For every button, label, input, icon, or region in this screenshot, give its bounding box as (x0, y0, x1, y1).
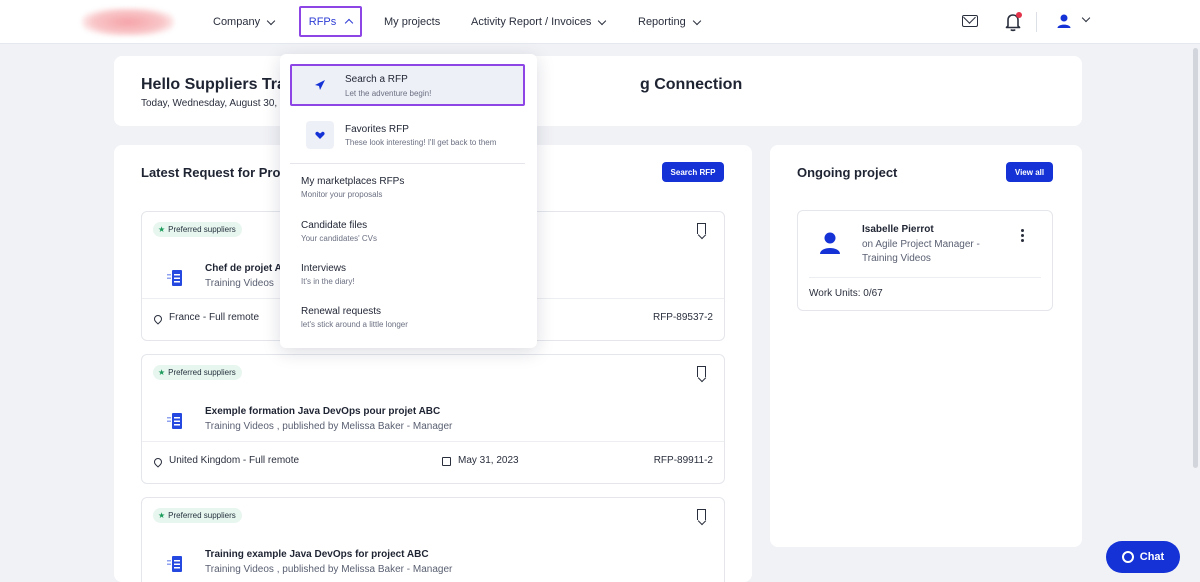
chevron-down-icon (266, 16, 276, 25)
rfp-reference: RFP-89911-2 (653, 455, 713, 466)
menu-item-label: My marketplaces RFPs (301, 176, 405, 187)
calendar-icon (442, 457, 451, 466)
document-icon (167, 270, 182, 286)
greeting-card: Hello Suppliers Tra g Connection Today, … (114, 56, 1082, 126)
ongoing-project-panel: Ongoing project View all Isabelle Pierro… (770, 145, 1082, 547)
latest-rfp-title: Latest Request for Prop (141, 165, 289, 180)
greeting-date: Today, Wednesday, August 30, (141, 98, 278, 109)
rfp-subtitle: Training Videos , published by Melissa B… (205, 564, 453, 575)
menu-item-label: Favorites RFP (345, 124, 409, 135)
company-logo[interactable] (82, 8, 174, 36)
rfp-subtitle: Training Videos (205, 278, 274, 289)
chevron-down-icon (692, 16, 701, 25)
top-navigation: Company RFPs My projects Activity Report… (0, 0, 1200, 44)
chevron-down-icon (598, 16, 607, 25)
badge-label: Preferred suppliers (168, 511, 236, 520)
nav-company-label: Company (213, 16, 261, 28)
menu-item-desc: Monitor your proposals (301, 190, 383, 199)
rfp-date: May 31, 2023 (458, 455, 519, 466)
nav-activity-report[interactable]: Activity Report / Invoices (471, 0, 607, 44)
kebab-menu-icon[interactable] (1021, 229, 1025, 244)
rfp-location: United Kingdom - Full remote (169, 455, 300, 466)
menu-item-renewal-requests[interactable] (280, 298, 537, 336)
nav-separator (1036, 12, 1037, 32)
menu-item-label: Interviews (301, 263, 347, 274)
nav-reporting-label: Reporting (638, 16, 686, 28)
menu-item-candidate-files[interactable] (280, 212, 537, 250)
star-icon: ★ (158, 225, 166, 234)
menu-separator (290, 163, 525, 164)
location-icon (152, 456, 164, 468)
view-all-button[interactable]: View all (1006, 162, 1053, 182)
project-card[interactable]: Isabelle Pierrot on Agile Project Manage… (797, 210, 1053, 311)
project-person-name: Isabelle Pierrot (862, 224, 934, 235)
nav-activity-label: Activity Report / Invoices (471, 16, 592, 28)
chevron-up-icon (345, 18, 354, 28)
nav-rfps-label: RFPs (308, 15, 337, 28)
rfp-title[interactable]: Exemple formation Java DevOps pour proje… (205, 406, 440, 417)
project-role: on Agile Project Manager - Training Vide… (862, 239, 980, 264)
bookmark-icon[interactable] (697, 223, 706, 234)
notification-dot (1016, 12, 1022, 18)
send-icon-box (306, 71, 334, 99)
rfp-title[interactable]: Chef de projet A (205, 263, 282, 274)
rfp-location: France - Full remote (169, 312, 260, 323)
badge-label: Preferred suppliers (168, 368, 236, 377)
greeting-title: Hello Suppliers Tra (141, 76, 286, 93)
rfps-dropdown-menu: Search a RFP Let the adventure begin! Fa… (280, 54, 537, 348)
document-icon (167, 556, 182, 572)
user-avatar-icon (820, 232, 840, 254)
nav-rfps[interactable]: RFPs (299, 6, 362, 37)
divider (142, 441, 724, 442)
bookmark-icon[interactable] (697, 366, 706, 377)
rfp-title[interactable]: Training example Java DevOps for project… (205, 549, 429, 560)
rfp-reference: RFP-89537-2 (652, 312, 713, 323)
rfp-subtitle: Training Videos , published by Melissa B… (205, 421, 453, 432)
menu-item-desc: Let the adventure begin! (345, 89, 432, 98)
menu-item-desc: Your candidates' CVs (301, 234, 377, 243)
badge-label: Preferred suppliers (168, 225, 236, 234)
star-icon: ★ (158, 368, 166, 377)
location-icon (152, 313, 164, 325)
work-units: Work Units: 0/67 (809, 288, 883, 299)
user-icon[interactable] (1056, 13, 1072, 29)
greeting-title-end: g Connection (640, 76, 743, 93)
preferred-suppliers-badge: ★ Preferred suppliers (153, 222, 242, 237)
chat-button[interactable]: Chat (1106, 541, 1180, 573)
menu-item-label: Candidate files (301, 220, 368, 231)
nav-reporting[interactable]: Reporting (638, 0, 701, 44)
heart-icon (315, 131, 325, 139)
chevron-down-icon[interactable] (1081, 13, 1091, 23)
rfp-card[interactable]: ★ Preferred suppliers Training example J… (141, 497, 725, 582)
document-icon (167, 413, 182, 429)
preferred-suppliers-badge: ★ Preferred suppliers (153, 365, 242, 380)
chat-icon (1121, 551, 1134, 563)
nav-my-projects-label: My projects (384, 16, 441, 28)
preferred-suppliers-badge: ★ Preferred suppliers (153, 508, 242, 523)
heart-icon-box (306, 121, 334, 149)
divider (809, 277, 1041, 278)
menu-item-label: Search a RFP (345, 74, 408, 85)
search-rfp-button[interactable]: Search RFP (662, 162, 724, 182)
nav-my-projects[interactable]: My projects (384, 0, 440, 44)
ongoing-project-title: Ongoing project (797, 165, 898, 180)
menu-item-marketplaces-rfps[interactable] (280, 168, 537, 206)
mail-icon[interactable] (962, 15, 978, 27)
chat-label: Chat (1139, 551, 1165, 563)
bookmark-icon[interactable] (697, 509, 706, 520)
scrollbar-thumb[interactable] (1193, 48, 1198, 468)
menu-item-desc: It's in the diary! (301, 277, 355, 286)
send-icon (315, 80, 325, 90)
menu-item-desc: let's stick around a little longer (301, 320, 408, 329)
nav-company[interactable]: Company (213, 0, 276, 44)
menu-item-label: Renewal requests (301, 306, 382, 317)
menu-item-interviews[interactable] (280, 255, 537, 293)
menu-item-desc: These look interesting! I'll get back to… (345, 138, 497, 147)
rfp-card[interactable]: ★ Preferred suppliers Exemple formation … (141, 354, 725, 484)
star-icon: ★ (158, 511, 166, 520)
